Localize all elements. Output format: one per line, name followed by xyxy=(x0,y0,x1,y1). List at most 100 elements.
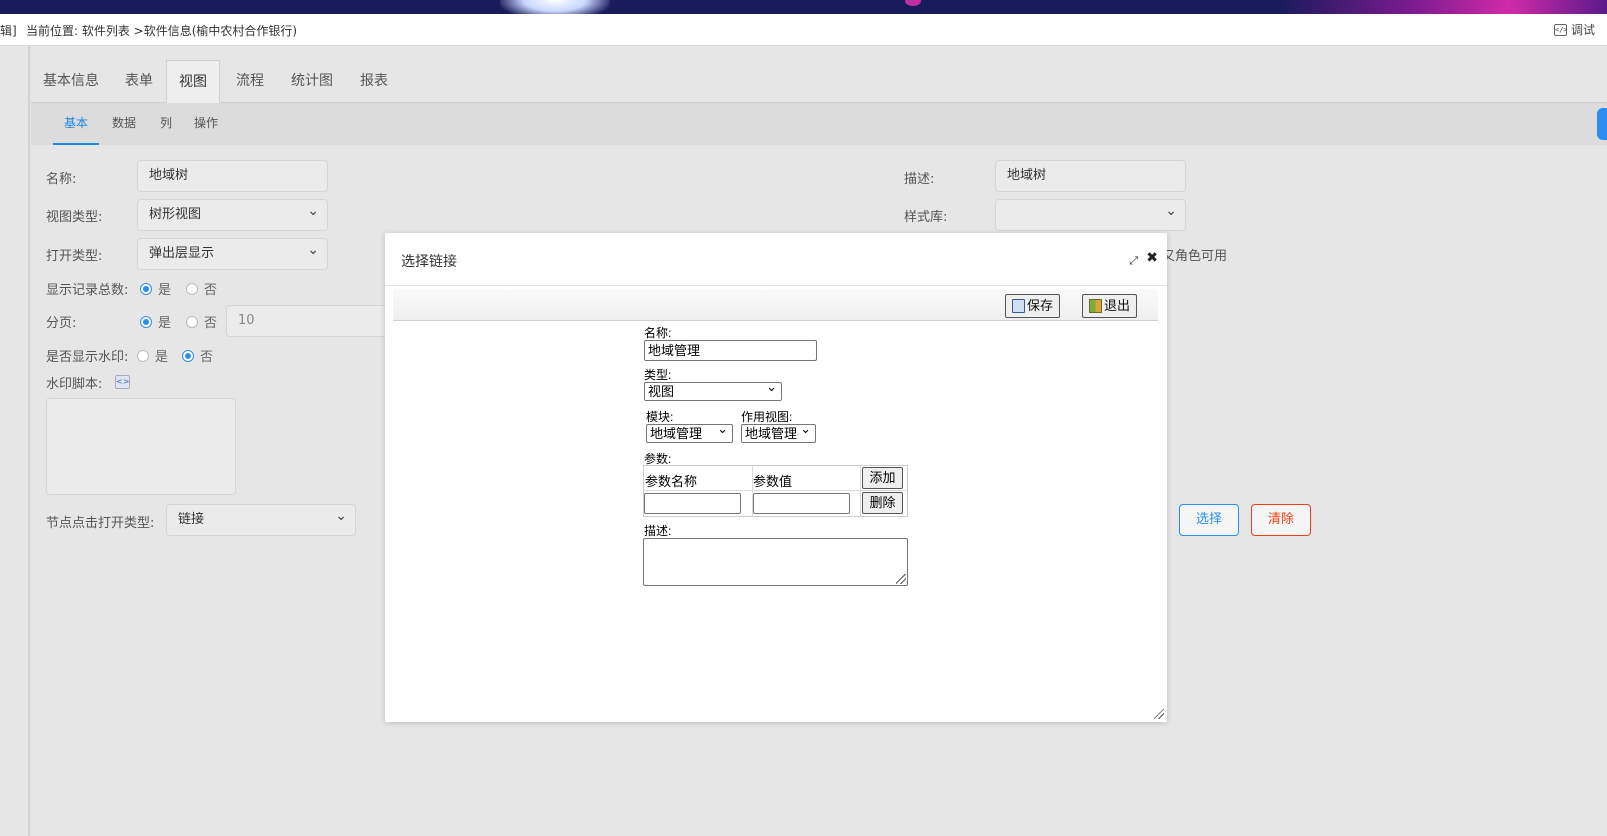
side-panel-handle[interactable] xyxy=(1597,108,1607,140)
radio-unchecked-icon xyxy=(186,282,198,295)
banner-glow xyxy=(500,0,610,14)
add-param-button[interactable]: 添加 xyxy=(862,467,903,489)
radio-checked-icon xyxy=(140,315,152,328)
link-type-value: 视图 xyxy=(648,384,675,399)
breadcrumb: 当前位置: 软件列表 >软件信息(榆中农村合作银行) xyxy=(26,24,298,38)
save-icon xyxy=(1012,299,1025,313)
description-label: 描述: xyxy=(904,172,935,187)
target-view-value: 地域管理 xyxy=(745,426,798,441)
table-divider xyxy=(644,490,907,491)
param-value-header: 参数值 xyxy=(753,474,793,489)
save-label: 保存 xyxy=(1027,298,1054,313)
breadcrumb-prefix: 辑] xyxy=(0,24,17,38)
exit-button[interactable]: 退出 xyxy=(1082,294,1138,318)
watermark-script-label: 水印脚本: xyxy=(46,377,103,392)
code-icon: </> xyxy=(1553,23,1568,36)
dialog-header: 选择链接 ⤢ ✖ xyxy=(385,233,1167,286)
subtab-basic[interactable]: 基本 xyxy=(53,103,100,145)
open-type-label: 打开类型: xyxy=(46,249,103,264)
paging-yes-radio[interactable]: 是 xyxy=(140,312,171,331)
open-type-select[interactable]: 弹出层显示 xyxy=(137,235,328,270)
name-label: 名称: xyxy=(46,172,77,187)
target-view-label: 作用视图: xyxy=(741,410,793,424)
name-input[interactable]: 地域树 xyxy=(137,160,328,192)
page-size-input[interactable]: 10 xyxy=(226,305,386,337)
clear-button[interactable]: 清除 xyxy=(1251,504,1311,536)
subtab-data[interactable]: 数据 xyxy=(101,103,147,145)
tab-chart[interactable]: 统计图 xyxy=(279,60,345,103)
tab-basic-info[interactable]: 基本信息 xyxy=(31,60,111,103)
style-select[interactable] xyxy=(995,196,1186,231)
module-value: 地域管理 xyxy=(650,426,703,441)
dialog-resize-icon[interactable] xyxy=(1154,709,1164,719)
close-icon[interactable]: ✖ xyxy=(1146,250,1158,266)
radio-checked-icon xyxy=(182,349,194,362)
link-desc-textarea[interactable] xyxy=(643,538,908,586)
breadcrumb-bar: 辑] 当前位置: 软件列表 >软件信息(榆中农村合作银行) </> 调试 xyxy=(0,14,1607,46)
tab-bar: 基本信息 表单 视图 流程 统计图 报表 xyxy=(31,60,1607,103)
dialog-title: 选择链接 xyxy=(401,254,457,270)
banner-dot xyxy=(905,0,921,6)
exit-icon xyxy=(1089,299,1102,313)
param-name-input[interactable] xyxy=(644,493,741,514)
left-rail xyxy=(0,46,30,836)
radio-unchecked-icon xyxy=(137,349,149,362)
link-desc-label: 描述: xyxy=(644,524,672,538)
maximize-icon[interactable]: ⤢ xyxy=(1129,254,1138,268)
link-name-input[interactable]: 地域管理 xyxy=(644,340,817,361)
link-name-label: 名称: xyxy=(644,326,672,340)
view-type-select[interactable]: 树形视图 xyxy=(137,196,328,231)
debug-button[interactable]: </> 调试 xyxy=(1553,21,1595,38)
param-value-input[interactable] xyxy=(753,493,850,514)
description-input[interactable]: 地域树 xyxy=(995,160,1186,192)
banner-gradient xyxy=(1280,0,1607,14)
role-available-text: 又角色可用 xyxy=(1162,249,1228,264)
link-type-select[interactable]: 视图 xyxy=(644,378,782,401)
resize-handle-icon[interactable] xyxy=(896,574,906,584)
paging-label: 分页: xyxy=(46,316,77,331)
paging-no-radio[interactable]: 否 xyxy=(186,312,217,331)
style-label: 样式库: xyxy=(904,210,948,225)
watermark-no-radio[interactable]: 否 xyxy=(182,346,213,365)
params-table: 参数名称 参数值 添加 删除 xyxy=(643,465,908,517)
save-button[interactable]: 保存 xyxy=(1005,294,1061,318)
table-divider xyxy=(860,466,861,516)
script-editor-icon[interactable]: <> xyxy=(115,375,130,389)
link-type-label: 类型: xyxy=(644,368,672,382)
radio-unchecked-icon xyxy=(186,315,198,328)
radio-label: 否 xyxy=(204,316,218,331)
param-name-header: 参数名称 xyxy=(645,474,698,489)
tab-flow[interactable]: 流程 xyxy=(224,60,276,103)
select-button[interactable]: 选择 xyxy=(1179,504,1239,536)
show-count-label: 显示记录总数: xyxy=(46,283,129,298)
subtab-bar: 基本 数据 列 操作 xyxy=(31,103,1607,145)
tab-report[interactable]: 报表 xyxy=(348,60,400,103)
dialog-toolbar: 保存 退出 xyxy=(393,289,1158,321)
watermark-label: 是否显示水印: xyxy=(46,350,129,365)
watermark-script-textarea[interactable] xyxy=(46,398,236,495)
node-click-label: 节点点击打开类型: xyxy=(46,516,155,531)
select-link-dialog: 选择链接 ⤢ ✖ 保存 退出 名称: 地域管理 类型: 视图 模块: 地域管理 … xyxy=(385,233,1167,722)
watermark-yes-radio[interactable]: 是 xyxy=(137,346,168,365)
target-view-select[interactable]: 地域管理 xyxy=(741,420,816,443)
show-count-no-radio[interactable]: 否 xyxy=(186,279,217,298)
show-count-yes-radio[interactable]: 是 xyxy=(140,279,171,298)
tab-view[interactable]: 视图 xyxy=(166,60,220,103)
tab-form[interactable]: 表单 xyxy=(113,60,165,103)
open-type-value: 弹出层显示 xyxy=(149,246,215,261)
subtab-columns[interactable]: 列 xyxy=(149,103,183,145)
module-select[interactable]: 地域管理 xyxy=(646,420,733,443)
delete-param-button[interactable]: 删除 xyxy=(862,492,903,514)
radio-label: 是 xyxy=(158,283,172,298)
radio-label: 否 xyxy=(204,283,218,298)
view-type-value: 树形视图 xyxy=(149,207,202,222)
view-type-label: 视图类型: xyxy=(46,210,103,225)
radio-label: 否 xyxy=(200,350,214,365)
node-click-select[interactable]: 链接 xyxy=(166,501,356,536)
debug-label: 调试 xyxy=(1570,23,1595,37)
radio-label: 是 xyxy=(158,316,172,331)
node-click-value: 链接 xyxy=(178,512,205,527)
radio-label: 是 xyxy=(155,350,169,365)
subtab-actions[interactable]: 操作 xyxy=(183,103,229,145)
module-label: 模块: xyxy=(646,410,674,424)
